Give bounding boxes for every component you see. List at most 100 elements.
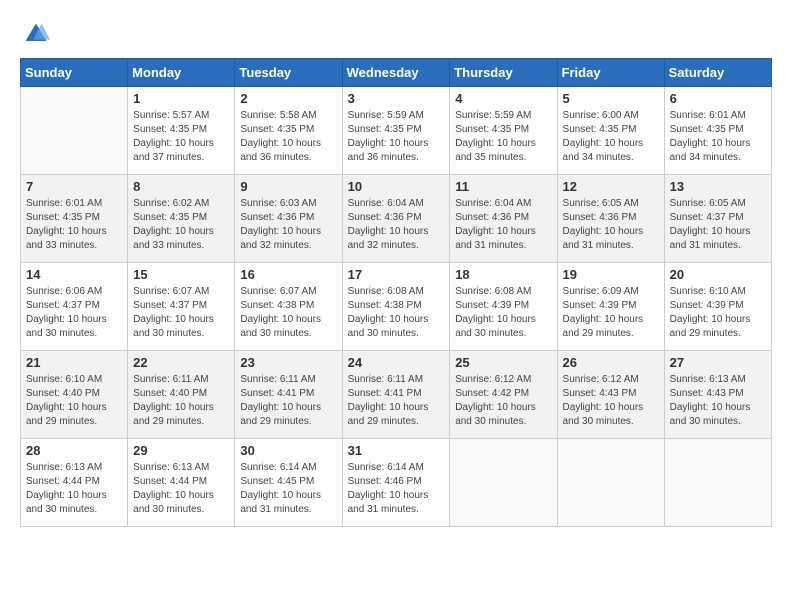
calendar-cell: 29Sunrise: 6:13 AM Sunset: 4:44 PM Dayli… — [128, 439, 235, 527]
calendar-cell — [450, 439, 557, 527]
day-info: Sunrise: 6:07 AM Sunset: 4:38 PM Dayligh… — [240, 285, 336, 341]
day-number: 6 — [670, 91, 766, 106]
day-number: 25 — [455, 355, 551, 370]
day-info: Sunrise: 6:05 AM Sunset: 4:36 PM Dayligh… — [563, 197, 659, 253]
calendar-cell: 2 Sunrise: 5:58 AM Sunset: 4:35 PM Daylig… — [235, 87, 342, 175]
day-info: Sunrise: 6:13 AM Sunset: 4:44 PM Dayligh… — [26, 461, 122, 517]
logo-icon — [22, 20, 50, 48]
day-number: 15 — [133, 267, 229, 282]
day-info: Sunrise: 6:14 AM Sunset: 4:45 PM Dayligh… — [240, 461, 336, 517]
day-info: Sunrise: 6:00 AM Sunset: 4:35 PM Dayligh… — [563, 109, 659, 165]
weekday-header-saturday: Saturday — [664, 59, 771, 87]
day-number: 3 — [348, 91, 445, 106]
calendar-cell: 18Sunrise: 6:08 AM Sunset: 4:39 PM Dayli… — [450, 263, 557, 351]
day-info: Sunrise: 6:14 AM Sunset: 4:46 PM Dayligh… — [348, 461, 445, 517]
weekday-header-monday: Monday — [128, 59, 235, 87]
day-info: Sunrise: 6:11 AM Sunset: 4:41 PM Dayligh… — [348, 373, 445, 429]
calendar-cell: 30 Sunrise: 6:14 AM Sunset: 4:45 PM Dayli… — [235, 439, 342, 527]
calendar-cell: 28 Sunrise: 6:13 AM Sunset: 4:44 PM Dayli… — [21, 439, 128, 527]
day-info: Sunrise: 6:13 AM Sunset: 4:43 PM Dayligh… — [670, 373, 766, 429]
day-number: 30 — [240, 443, 336, 458]
day-number: 2 — [240, 91, 336, 106]
calendar-week-row: 1 Sunrise: 5:57 AM Sunset: 4:35 PM Daylig… — [21, 87, 772, 175]
calendar-cell: 25 Sunrise: 6:12 AM Sunset: 4:42 PM Dayli… — [450, 351, 557, 439]
day-info: Sunrise: 6:13 AM Sunset: 4:44 PM Dayligh… — [133, 461, 229, 517]
day-number: 23 — [240, 355, 336, 370]
day-number: 31 — [348, 443, 445, 458]
page-header — [20, 20, 772, 48]
calendar-cell — [21, 87, 128, 175]
day-info: Sunrise: 6:05 AM Sunset: 4:37 PM Dayligh… — [670, 197, 766, 253]
calendar: SundayMondayTuesdayWednesdayThursdayFrid… — [20, 58, 772, 527]
calendar-cell: 14 Sunrise: 6:06 AM Sunset: 4:37 PM Dayli… — [21, 263, 128, 351]
calendar-cell: 20 Sunrise: 6:10 AM Sunset: 4:39 PM Dayli… — [664, 263, 771, 351]
logo — [20, 20, 54, 48]
day-info: Sunrise: 6:09 AM Sunset: 4:39 PM Dayligh… — [563, 285, 659, 341]
calendar-week-row: 28 Sunrise: 6:13 AM Sunset: 4:44 PM Dayli… — [21, 439, 772, 527]
day-info: Sunrise: 6:12 AM Sunset: 4:42 PM Dayligh… — [455, 373, 551, 429]
calendar-cell: 23 Sunrise: 6:11 AM Sunset: 4:41 PM Dayli… — [235, 351, 342, 439]
calendar-week-row: 7 Sunrise: 6:01 AM Sunset: 4:35 PM Daylig… — [21, 175, 772, 263]
calendar-cell: 12 Sunrise: 6:05 AM Sunset: 4:36 PM Dayli… — [557, 175, 664, 263]
day-info: Sunrise: 6:11 AM Sunset: 4:40 PM Dayligh… — [133, 373, 229, 429]
calendar-cell: 31 Sunrise: 6:14 AM Sunset: 4:46 PM Dayli… — [342, 439, 450, 527]
day-info: Sunrise: 6:10 AM Sunset: 4:39 PM Dayligh… — [670, 285, 766, 341]
calendar-cell: 15 Sunrise: 6:07 AM Sunset: 4:37 PM Dayli… — [128, 263, 235, 351]
day-info: Sunrise: 6:02 AM Sunset: 4:35 PM Dayligh… — [133, 197, 229, 253]
calendar-cell: 6 Sunrise: 6:01 AM Sunset: 4:35 PM Daylig… — [664, 87, 771, 175]
calendar-cell: 16Sunrise: 6:07 AM Sunset: 4:38 PM Dayli… — [235, 263, 342, 351]
calendar-cell: 22 Sunrise: 6:11 AM Sunset: 4:40 PM Dayli… — [128, 351, 235, 439]
calendar-cell: 27Sunrise: 6:13 AM Sunset: 4:43 PM Dayli… — [664, 351, 771, 439]
day-number: 5 — [563, 91, 659, 106]
day-info: Sunrise: 5:58 AM Sunset: 4:35 PM Dayligh… — [240, 109, 336, 165]
day-number: 7 — [26, 179, 122, 194]
day-info: Sunrise: 6:04 AM Sunset: 4:36 PM Dayligh… — [348, 197, 445, 253]
calendar-header-row: SundayMondayTuesdayWednesdayThursdayFrid… — [21, 59, 772, 87]
day-info: Sunrise: 5:59 AM Sunset: 4:35 PM Dayligh… — [348, 109, 445, 165]
day-number: 17 — [348, 267, 445, 282]
day-info: Sunrise: 6:01 AM Sunset: 4:35 PM Dayligh… — [26, 197, 122, 253]
day-info: Sunrise: 6:11 AM Sunset: 4:41 PM Dayligh… — [240, 373, 336, 429]
calendar-cell: 8 Sunrise: 6:02 AM Sunset: 4:35 PM Daylig… — [128, 175, 235, 263]
calendar-cell: 1 Sunrise: 5:57 AM Sunset: 4:35 PM Daylig… — [128, 87, 235, 175]
day-info: Sunrise: 6:06 AM Sunset: 4:37 PM Dayligh… — [26, 285, 122, 341]
calendar-cell: 21Sunrise: 6:10 AM Sunset: 4:40 PM Dayli… — [21, 351, 128, 439]
calendar-week-row: 14 Sunrise: 6:06 AM Sunset: 4:37 PM Dayli… — [21, 263, 772, 351]
day-number: 9 — [240, 179, 336, 194]
day-number: 26 — [563, 355, 659, 370]
day-info: Sunrise: 6:08 AM Sunset: 4:39 PM Dayligh… — [455, 285, 551, 341]
day-info: Sunrise: 6:03 AM Sunset: 4:36 PM Dayligh… — [240, 197, 336, 253]
calendar-cell: 3 Sunrise: 5:59 AM Sunset: 4:35 PM Daylig… — [342, 87, 450, 175]
calendar-cell: 7 Sunrise: 6:01 AM Sunset: 4:35 PM Daylig… — [21, 175, 128, 263]
day-number: 1 — [133, 91, 229, 106]
day-number: 11 — [455, 179, 551, 194]
weekday-header-tuesday: Tuesday — [235, 59, 342, 87]
calendar-cell — [557, 439, 664, 527]
day-info: Sunrise: 6:07 AM Sunset: 4:37 PM Dayligh… — [133, 285, 229, 341]
calendar-cell: 9 Sunrise: 6:03 AM Sunset: 4:36 PM Daylig… — [235, 175, 342, 263]
day-number: 12 — [563, 179, 659, 194]
day-info: Sunrise: 6:01 AM Sunset: 4:35 PM Dayligh… — [670, 109, 766, 165]
day-info: Sunrise: 6:10 AM Sunset: 4:40 PM Dayligh… — [26, 373, 122, 429]
day-number: 22 — [133, 355, 229, 370]
calendar-cell: 13Sunrise: 6:05 AM Sunset: 4:37 PM Dayli… — [664, 175, 771, 263]
day-number: 24 — [348, 355, 445, 370]
weekday-header-wednesday: Wednesday — [342, 59, 450, 87]
day-number: 14 — [26, 267, 122, 282]
day-number: 4 — [455, 91, 551, 106]
calendar-cell: 19Sunrise: 6:09 AM Sunset: 4:39 PM Dayli… — [557, 263, 664, 351]
calendar-cell: 5 Sunrise: 6:00 AM Sunset: 4:35 PM Daylig… — [557, 87, 664, 175]
calendar-cell: 10 Sunrise: 6:04 AM Sunset: 4:36 PM Dayli… — [342, 175, 450, 263]
calendar-cell: 11Sunrise: 6:04 AM Sunset: 4:36 PM Dayli… — [450, 175, 557, 263]
day-number: 28 — [26, 443, 122, 458]
day-number: 8 — [133, 179, 229, 194]
weekday-header-sunday: Sunday — [21, 59, 128, 87]
day-info: Sunrise: 5:57 AM Sunset: 4:35 PM Dayligh… — [133, 109, 229, 165]
day-info: Sunrise: 6:12 AM Sunset: 4:43 PM Dayligh… — [563, 373, 659, 429]
day-number: 20 — [670, 267, 766, 282]
weekday-header-thursday: Thursday — [450, 59, 557, 87]
day-info: Sunrise: 5:59 AM Sunset: 4:35 PM Dayligh… — [455, 109, 551, 165]
calendar-week-row: 21Sunrise: 6:10 AM Sunset: 4:40 PM Dayli… — [21, 351, 772, 439]
day-number: 10 — [348, 179, 445, 194]
calendar-cell: 26 Sunrise: 6:12 AM Sunset: 4:43 PM Dayli… — [557, 351, 664, 439]
